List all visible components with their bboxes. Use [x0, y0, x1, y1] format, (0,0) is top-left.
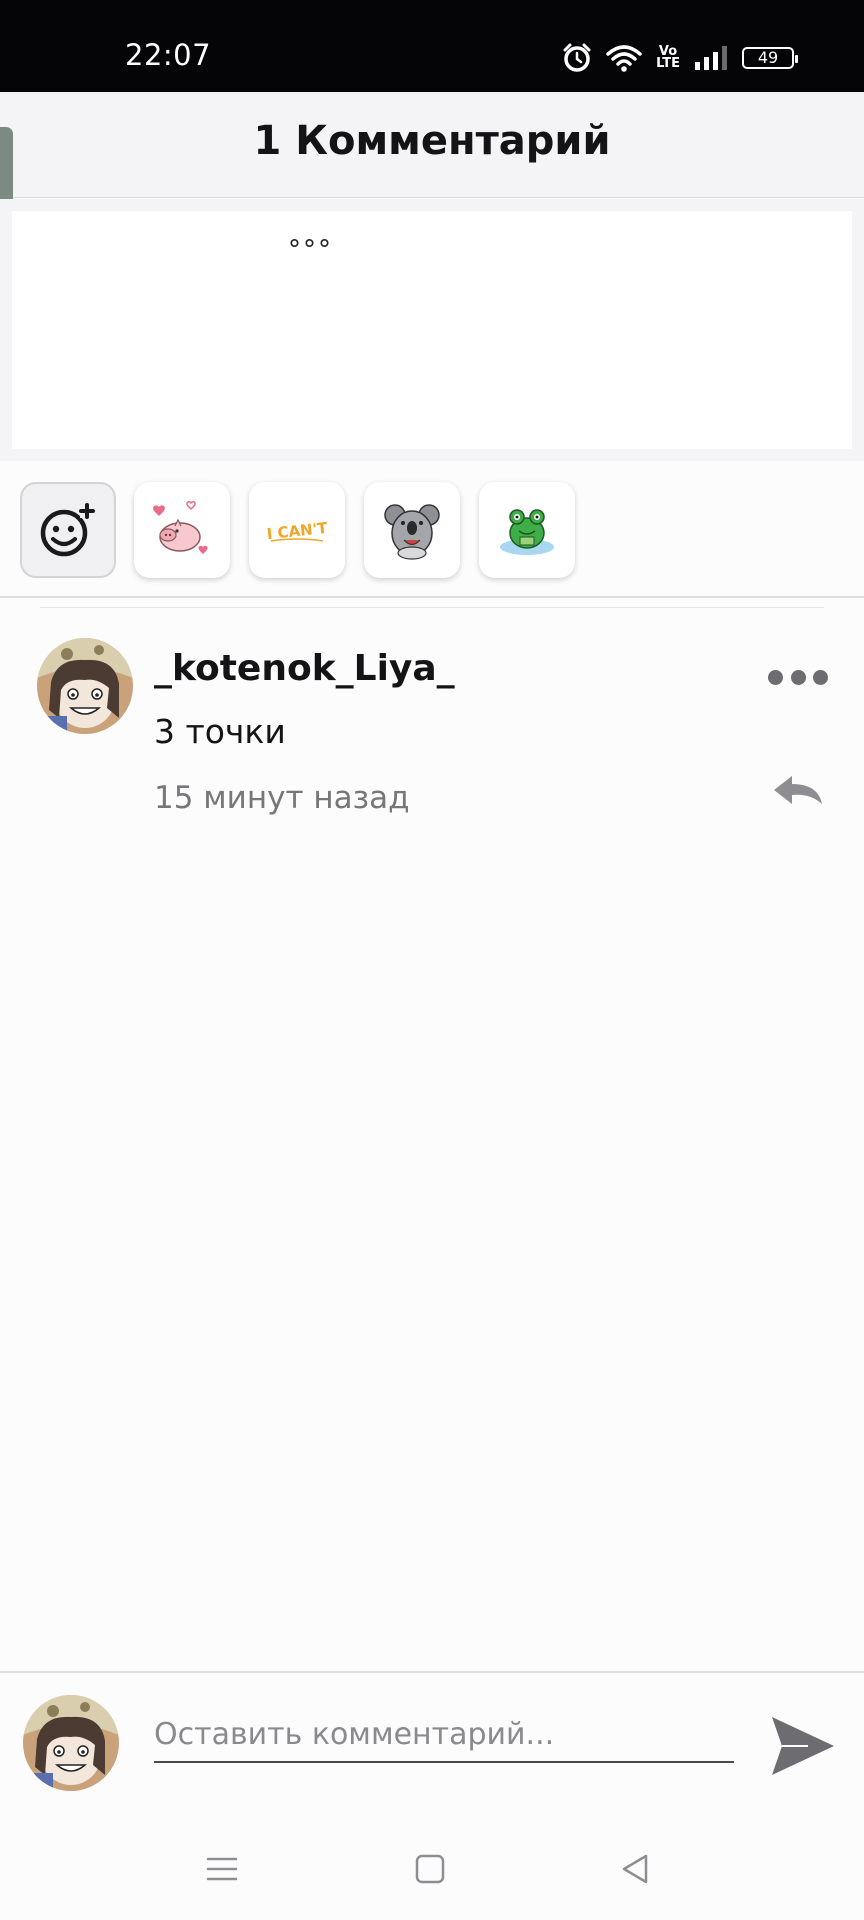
anime-avatar-icon: [23, 1695, 119, 1791]
status-bar: 22:07 Vo LTE 49: [0, 0, 864, 92]
home-square-icon[interactable]: [410, 1849, 450, 1889]
back-triangle-icon[interactable]: [616, 1849, 656, 1889]
comment-item: _kotenok_Liya_ 3 точки 15 минут назад: [0, 620, 864, 840]
sticker-koala[interactable]: [364, 482, 460, 578]
frog-sticker-icon: [500, 509, 554, 555]
volte-bottom: LTE: [656, 56, 680, 71]
divider: [40, 607, 824, 608]
system-nav-bar: [0, 1811, 864, 1920]
wifi-icon: [606, 45, 642, 72]
sticker-pig[interactable]: [134, 482, 230, 578]
my-avatar[interactable]: [23, 1695, 119, 1791]
preview-area: °°°: [0, 199, 864, 461]
status-time: 22:07: [125, 38, 212, 72]
sticker-frog[interactable]: [479, 482, 575, 578]
sticker-row: I CAN'T: [0, 462, 864, 598]
volte-icon: Vo LTE: [656, 45, 680, 71]
menu-icon[interactable]: [202, 1849, 242, 1889]
battery-icon: 49: [742, 47, 798, 69]
comment-text: 3 точки: [154, 712, 286, 751]
comment-input-bar: [0, 1671, 864, 1811]
koala-sticker-icon: [384, 504, 440, 560]
alarm-icon: [563, 43, 591, 72]
comment-author[interactable]: _kotenok_Liya_: [154, 648, 455, 689]
preview-text: °°°: [288, 235, 333, 265]
i-cant-text-sticker-icon: I CAN'T: [266, 519, 329, 543]
add-sticker-button[interactable]: [20, 482, 116, 578]
pig-sticker-icon: [153, 501, 208, 554]
sticker-i-cant[interactable]: I CAN'T: [249, 482, 345, 578]
comment-time: 15 минут назад: [154, 780, 410, 816]
commenter-avatar[interactable]: [37, 638, 133, 734]
page-title: 1 Комментарий: [253, 118, 611, 164]
preview-card[interactable]: °°°: [12, 211, 852, 449]
reply-icon[interactable]: [770, 770, 826, 810]
send-icon[interactable]: [768, 1713, 838, 1779]
more-options-button[interactable]: [768, 662, 828, 692]
dot-icon: [790, 669, 806, 685]
dot-icon: [768, 669, 783, 685]
smiley-plus-icon: [40, 503, 95, 557]
anime-avatar-icon: [37, 638, 133, 734]
signal-icon: [695, 46, 727, 70]
comment-input[interactable]: [154, 1713, 734, 1763]
dot-icon: [813, 669, 828, 685]
comments-header: 1 Комментарий: [0, 92, 864, 198]
status-icons: Vo LTE 49: [562, 40, 798, 76]
